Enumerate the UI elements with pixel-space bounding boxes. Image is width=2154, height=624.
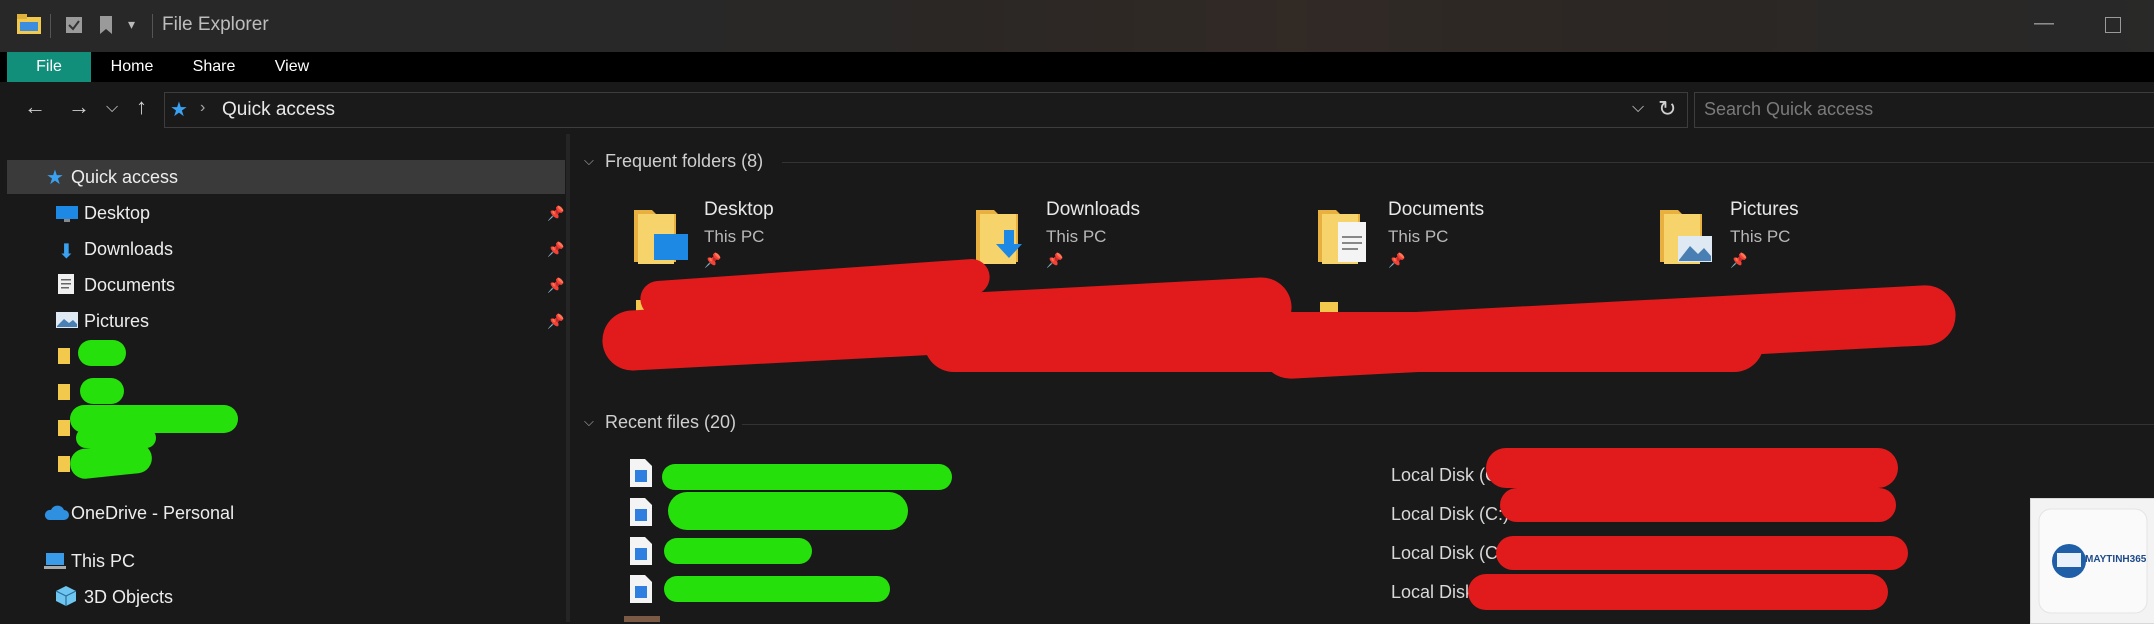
pin-icon[interactable]: 📌 (547, 277, 564, 294)
back-arrow-icon[interactable]: ← (24, 94, 46, 120)
redaction-mark (78, 340, 126, 366)
download-icon: ⬇ (58, 241, 75, 263)
image-file-icon (629, 497, 653, 527)
folder-app-icon (16, 13, 42, 35)
frequent-folders-header[interactable]: Frequent folders (8) (605, 151, 763, 172)
maximize-icon[interactable] (2105, 17, 2121, 33)
minimize-icon[interactable]: — (2034, 12, 2054, 35)
window-title: File Explorer (162, 14, 269, 35)
folder-documents-icon (1316, 200, 1374, 268)
pictures-icon (55, 311, 79, 329)
title-bar (0, 0, 2154, 52)
nav-documents[interactable]: Documents (84, 275, 175, 296)
image-file-icon (629, 536, 653, 566)
divider (50, 14, 51, 38)
folder-icon (58, 456, 70, 472)
collapse-chevron-icon[interactable]: ⌵ (584, 153, 594, 169)
section-divider (742, 424, 2154, 425)
redaction-mark (1500, 488, 1896, 522)
redaction-mark (664, 538, 812, 564)
ribbon-bar (0, 52, 2154, 82)
nav-downloads[interactable]: Downloads (84, 239, 173, 260)
pin-icon: 📌 (704, 252, 722, 268)
folder-pictures-icon (1658, 200, 1716, 268)
address-bar[interactable] (164, 92, 1688, 128)
folder-location: This PC (1046, 227, 1107, 246)
file-location: Local Disk (C:) (1391, 543, 1510, 563)
search-placeholder: Search Quick access (1704, 99, 1874, 119)
section-divider (782, 162, 2154, 163)
tab-file[interactable]: File (7, 52, 91, 82)
watermark-logo: MAYTINH365 (2030, 498, 2154, 624)
nav-onedrive[interactable]: OneDrive - Personal (71, 503, 234, 524)
file-location: Local Disk (C:) (1391, 504, 1510, 524)
tab-view[interactable]: View (268, 52, 316, 82)
tab-home[interactable]: Home (102, 52, 162, 82)
refresh-icon[interactable]: ↻ (1658, 96, 1676, 122)
breadcrumb-chevron-icon[interactable]: › (200, 99, 205, 117)
image-file-icon (629, 458, 653, 488)
folder-downloads-icon (974, 200, 1032, 268)
pin-icon[interactable]: 📌 (547, 313, 564, 330)
divider (152, 14, 153, 38)
nav-quick-access[interactable]: Quick access (71, 167, 178, 188)
customize-toolbar-icon[interactable]: ▾ (128, 16, 135, 33)
pin-icon: 📌 (1388, 252, 1406, 268)
pin-icon[interactable]: 📌 (547, 241, 564, 258)
folder-icon (58, 420, 70, 436)
desktop-icon (55, 205, 79, 223)
file-icon-partial (624, 616, 660, 622)
redaction-mark (662, 464, 952, 490)
cube-icon (55, 585, 77, 607)
computer-icon (43, 551, 67, 571)
redaction-mark (1468, 574, 1888, 610)
redaction-mark (80, 378, 124, 404)
recent-files-header[interactable]: Recent files (20) (605, 412, 736, 433)
folder-name[interactable]: Documents (1388, 199, 1484, 221)
properties-quick-icon[interactable] (64, 15, 84, 35)
folder-name[interactable]: Downloads (1046, 199, 1140, 221)
redaction-mark (1486, 448, 1898, 488)
star-icon: ★ (46, 167, 64, 189)
pin-icon: 📌 (1046, 252, 1064, 268)
up-arrow-icon[interactable]: ↑ (136, 94, 147, 120)
breadcrumb-quick-access[interactable]: Quick access (222, 99, 335, 121)
nav-desktop[interactable]: Desktop (84, 203, 150, 224)
watermark-brand-text: MAYTINH365 (2085, 554, 2147, 565)
address-history-chevron-icon[interactable]: ⌵ (1632, 99, 1644, 117)
folder-location: This PC (1730, 227, 1791, 246)
forward-arrow-icon[interactable]: → (68, 94, 90, 120)
folder-name[interactable]: Pictures (1730, 199, 1799, 221)
folder-desktop-icon (632, 200, 690, 268)
folder-location: This PC (704, 227, 765, 246)
image-file-icon (629, 574, 653, 604)
redaction-mark (668, 492, 908, 530)
folder-icon (58, 384, 70, 400)
folder-name[interactable]: Desktop (704, 199, 774, 221)
folder-location: This PC (1388, 227, 1449, 246)
new-folder-quick-icon[interactable] (98, 15, 114, 35)
pin-icon: 📌 (1730, 252, 1748, 268)
nav-3d-objects[interactable]: 3D Objects (84, 587, 173, 608)
cloud-icon (43, 505, 69, 521)
nav-pictures[interactable]: Pictures (84, 311, 149, 332)
redaction-mark (1496, 536, 1908, 570)
star-icon: ★ (170, 99, 188, 121)
recent-locations-chevron-icon[interactable]: ⌵ (106, 99, 118, 117)
document-icon (57, 273, 75, 295)
nav-this-pc[interactable]: This PC (71, 551, 135, 572)
folder-icon (58, 348, 70, 364)
collapse-chevron-icon[interactable]: ⌵ (584, 414, 594, 430)
tab-share[interactable]: Share (186, 52, 242, 82)
redaction-mark (664, 576, 890, 602)
pin-icon[interactable]: 📌 (547, 205, 564, 222)
